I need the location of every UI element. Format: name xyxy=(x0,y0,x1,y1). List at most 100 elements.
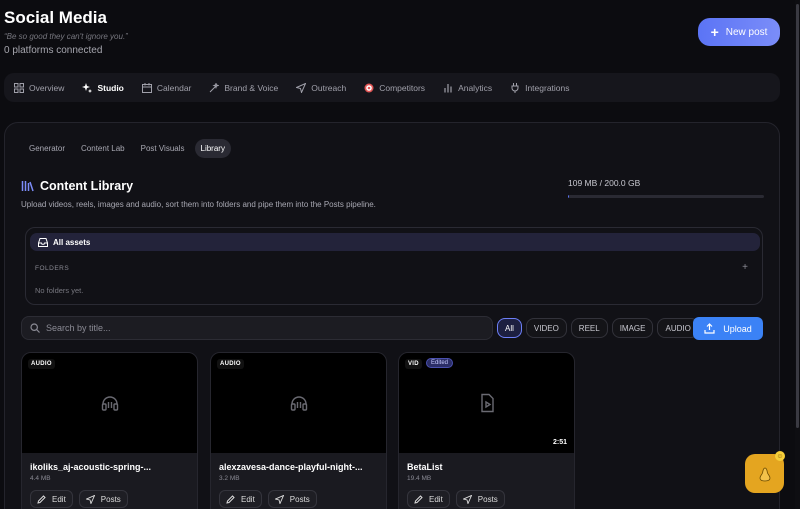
folders-panel: All assets FOLDERS + No folders yet. xyxy=(25,227,763,305)
new-post-button[interactable]: + New post xyxy=(698,18,780,46)
edit-label: Edit xyxy=(52,494,66,504)
nav-item-brand-voice[interactable]: Brand & Voice xyxy=(209,82,279,93)
edit-button[interactable]: Edit xyxy=(219,490,262,508)
asset-title: alexzavesa-dance-playful-night-... xyxy=(219,462,363,472)
storage-usage: 109 MB / 200.0 GB xyxy=(568,178,764,198)
page-title: Social Media xyxy=(4,8,107,27)
add-folder-button[interactable]: + xyxy=(742,262,748,273)
tab-library[interactable]: Library xyxy=(194,139,231,158)
nav-item-overview[interactable]: Overview xyxy=(14,82,65,93)
pencil-icon xyxy=(414,494,423,504)
plug-icon xyxy=(511,82,519,93)
notification-dot: ☺ xyxy=(775,451,785,461)
studio-subtabs: Generator Content Lab Post Visuals Libra… xyxy=(23,139,231,158)
send-icon xyxy=(85,494,95,504)
nav-item-integrations[interactable]: Integrations xyxy=(510,82,570,93)
upload-button[interactable]: Upload xyxy=(693,317,763,340)
nav-label: Overview xyxy=(29,82,65,93)
bar-chart-icon xyxy=(444,83,452,92)
all-assets-item[interactable]: All assets xyxy=(30,233,760,251)
nav-item-outreach[interactable]: Outreach xyxy=(296,82,347,93)
edit-label: Edit xyxy=(241,494,255,504)
filter-all[interactable]: All xyxy=(497,318,522,338)
video-duration: 2:51 xyxy=(552,439,567,446)
nav-label: Brand & Voice xyxy=(224,82,279,93)
nav-item-competitors[interactable]: Competitors xyxy=(364,83,425,93)
posts-button[interactable]: Posts xyxy=(267,490,317,508)
target-icon xyxy=(364,83,374,92)
posts-button[interactable]: Posts xyxy=(78,490,128,508)
page-scrollbar[interactable] xyxy=(795,0,800,509)
asset-thumbnail: AUDIO xyxy=(211,353,386,453)
music-file-icon xyxy=(290,396,307,411)
inbox-icon xyxy=(38,237,48,247)
asset-title: ikoliks_aj-acoustic-spring-... xyxy=(30,462,152,472)
asset-type-badge: VID xyxy=(405,359,422,369)
pencil-icon xyxy=(37,494,46,504)
asset-actions: Edit Posts xyxy=(407,490,574,508)
asset-actions: Edit Posts xyxy=(219,490,386,508)
wand-icon xyxy=(210,82,220,92)
filter-image[interactable]: IMAGE xyxy=(611,318,654,338)
asset-card[interactable]: AUDIO alexzavesa-dance-playful-night-...… xyxy=(210,352,387,509)
asset-card[interactable]: AUDIO ikoliks_aj-acoustic-spring-... 4.4… xyxy=(21,352,198,509)
calendar-icon xyxy=(141,82,152,93)
posts-label: Posts xyxy=(289,494,310,504)
pear-icon xyxy=(759,467,770,481)
scrollbar-thumb[interactable] xyxy=(796,4,799,428)
posts-label: Posts xyxy=(477,494,498,504)
library-icon xyxy=(21,181,34,192)
asset-actions: Edit Posts xyxy=(30,490,197,508)
storage-bar-fill xyxy=(568,195,569,198)
library-description: Upload videos, reels, images and audio, … xyxy=(21,200,376,209)
nav-item-studio[interactable]: Studio xyxy=(82,82,124,93)
library-title: Content Library xyxy=(40,179,134,193)
asset-thumbnail: VID Edited 2:51 xyxy=(399,353,574,453)
search-icon xyxy=(30,323,40,333)
all-assets-label: All assets xyxy=(53,237,91,247)
asset-title: BetaList xyxy=(407,462,443,472)
platforms-status: 0 platforms connected xyxy=(4,45,103,56)
storage-bar xyxy=(568,195,764,198)
edited-badge: Edited xyxy=(426,358,454,368)
edit-label: Edit xyxy=(429,494,443,504)
asset-thumbnail: AUDIO xyxy=(22,353,197,453)
tab-post-visuals[interactable]: Post Visuals xyxy=(135,139,191,158)
no-folders-text: No folders yet. xyxy=(35,286,84,295)
edit-button[interactable]: Edit xyxy=(407,490,450,508)
pencil-icon xyxy=(226,494,235,504)
asset-type-badge: AUDIO xyxy=(217,359,244,369)
tab-content-lab[interactable]: Content Lab xyxy=(75,139,131,158)
upload-label: Upload xyxy=(723,323,752,334)
plus-icon: + xyxy=(710,24,719,40)
posts-button[interactable]: Posts xyxy=(455,490,505,508)
upload-icon xyxy=(704,323,715,334)
nav-label: Outreach xyxy=(311,82,347,93)
new-post-label: New post xyxy=(725,26,768,38)
filter-reel[interactable]: REEL xyxy=(570,318,608,338)
send-icon xyxy=(274,494,284,504)
search-input[interactable] xyxy=(46,323,466,333)
nav-label: Competitors xyxy=(379,82,426,93)
nav-item-analytics[interactable]: Analytics xyxy=(443,83,492,93)
video-file-icon xyxy=(480,393,494,413)
filter-video[interactable]: VIDEO xyxy=(525,318,567,338)
asset-size: 4.4 MB xyxy=(30,475,51,482)
grid-icon xyxy=(14,82,24,93)
type-filters: All VIDEO REEL IMAGE AUDIO xyxy=(497,318,699,338)
sparkles-icon xyxy=(82,82,93,93)
nav-item-calendar[interactable]: Calendar xyxy=(141,82,192,93)
edit-button[interactable]: Edit xyxy=(30,490,73,508)
folders-label: FOLDERS xyxy=(35,265,70,272)
asset-card[interactable]: VID Edited 2:51 BetaList 19.4 MB Edit Po… xyxy=(398,352,575,509)
tab-generator[interactable]: Generator xyxy=(23,139,71,158)
send-icon xyxy=(462,494,472,504)
nav-label: Calendar xyxy=(156,82,192,93)
send-icon xyxy=(296,82,307,93)
music-file-icon xyxy=(101,396,118,411)
nav-label: Analytics xyxy=(458,82,493,93)
library-heading: Content Library xyxy=(21,179,133,193)
nav-label: Integrations xyxy=(525,82,570,93)
asset-size: 3.2 MB xyxy=(219,475,240,482)
asset-type-badge: AUDIO xyxy=(28,359,55,369)
